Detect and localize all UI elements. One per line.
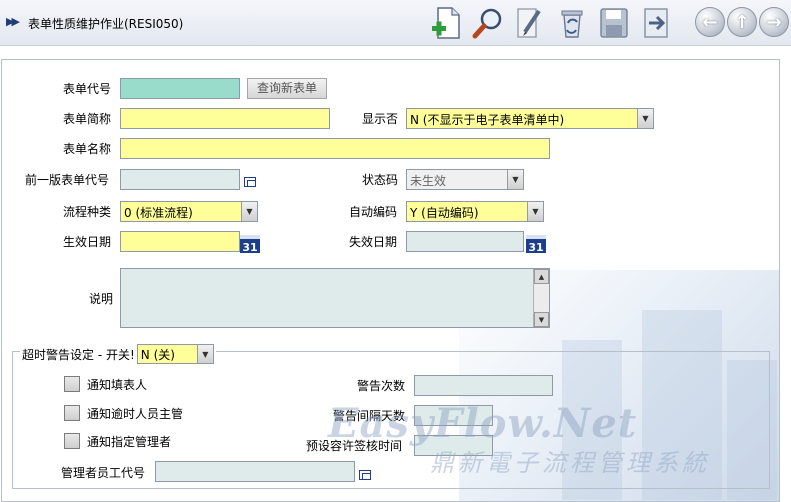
chevron-down-icon[interactable]: ▼ <box>196 345 213 363</box>
search-icon[interactable] <box>471 6 505 40</box>
flow-type-select-value: 0 (标准流程) <box>124 206 193 220</box>
recycle-icon[interactable] <box>555 6 589 40</box>
timeout-switch-value: N (关) <box>140 348 175 362</box>
description-scrollbar[interactable]: ▲ ▼ <box>533 269 549 327</box>
auto-number-label: 自动编码 <box>349 205 398 219</box>
form-code-label: 表单代号 <box>63 82 112 96</box>
notify-admin-checkbox[interactable] <box>64 433 80 449</box>
warn-count-label: 警告次数 <box>357 379 406 393</box>
notify-overdue-supervisor-checkbox[interactable] <box>64 405 80 421</box>
flow-type-label: 流程种类 <box>63 205 112 219</box>
notify-filler-checkbox[interactable] <box>64 376 80 392</box>
timeout-legend: 超时警告设定 - 开关! N (关) ▼ <box>20 344 216 364</box>
admin-id-label: 管理者员工代号 <box>61 466 146 480</box>
prev-version-label: 前一版表单代号 <box>25 173 110 187</box>
status-select[interactable]: 未生效 ▼ <box>406 169 524 190</box>
form-name-input[interactable] <box>120 138 550 159</box>
calendar-icon[interactable]: 31 <box>240 235 260 254</box>
effective-date-label: 生效日期 <box>63 235 112 249</box>
form-name-label: 表单名称 <box>63 142 112 156</box>
auto-number-select[interactable]: Y (自动编码) ▼ <box>406 201 544 222</box>
watermark-subtitle: 鼎新電子流程管理系統 <box>430 449 710 477</box>
page-title: 表单性质维护作业(RESI050) <box>28 17 184 31</box>
display-select[interactable]: N (不显示于电子表单清单中) ▼ <box>406 108 654 129</box>
back-nav-button[interactable]: ← <box>695 7 725 37</box>
open-window-icon[interactable] <box>359 470 371 480</box>
query-new-form-button[interactable]: 查询新表单 <box>247 78 327 99</box>
exit-icon[interactable] <box>639 6 673 40</box>
display-label: 显示否 <box>362 112 399 126</box>
timeout-switch-select[interactable]: N (关) ▼ <box>136 344 214 364</box>
title-bar: ▶▶ 表单性质维护作业(RESI050) ← ↑ → <box>0 0 791 46</box>
display-select-value: N (不显示于电子表单清单中) <box>410 113 565 127</box>
description-textarea[interactable]: ▲ ▼ <box>120 268 550 328</box>
up-nav-button[interactable]: ↑ <box>727 7 757 37</box>
admin-id-input[interactable] <box>155 461 355 482</box>
chevron-down-icon[interactable]: ▼ <box>637 109 653 128</box>
status-select-value: 未生效 <box>410 174 447 188</box>
notify-admin-label: 通知指定管理者 <box>87 435 172 449</box>
prev-version-input[interactable] <box>120 169 240 190</box>
scroll-down-icon[interactable]: ▼ <box>534 312 549 327</box>
scroll-up-icon[interactable]: ▲ <box>534 269 549 284</box>
calendar-icon[interactable]: 31 <box>526 235 546 254</box>
watermark-logo: EasyFlow.Net <box>328 400 638 447</box>
chevron-down-icon[interactable]: ▼ <box>527 202 543 221</box>
notify-filler-label: 通知填表人 <box>87 378 148 392</box>
notify-overdue-supervisor-label: 通知逾时人员主管 <box>87 407 184 421</box>
short-name-input[interactable] <box>120 108 330 129</box>
warn-count-input[interactable] <box>414 375 553 396</box>
expiry-date-input[interactable] <box>406 231 524 252</box>
double-arrow-icon: ▶▶ <box>6 15 20 28</box>
form-code-input[interactable] <box>120 78 240 99</box>
edit-icon[interactable] <box>513 6 547 40</box>
description-label: 说明 <box>89 292 114 306</box>
expiry-date-label: 失效日期 <box>349 235 398 249</box>
status-label: 状态码 <box>362 173 399 187</box>
timeout-legend-label: 超时警告设定 - 开关! <box>22 347 135 362</box>
forward-nav-button[interactable]: → <box>759 7 789 37</box>
chevron-down-icon[interactable]: ▼ <box>507 170 523 189</box>
short-name-label: 表单简称 <box>63 112 112 126</box>
auto-number-select-value: Y (自动编码) <box>410 206 479 220</box>
add-document-icon[interactable] <box>429 6 463 40</box>
save-icon[interactable] <box>597 6 631 40</box>
flow-type-select[interactable]: 0 (标准流程) ▼ <box>120 201 258 222</box>
chevron-down-icon[interactable]: ▼ <box>241 202 257 221</box>
open-window-icon[interactable] <box>244 177 256 187</box>
effective-date-input[interactable] <box>120 231 240 252</box>
